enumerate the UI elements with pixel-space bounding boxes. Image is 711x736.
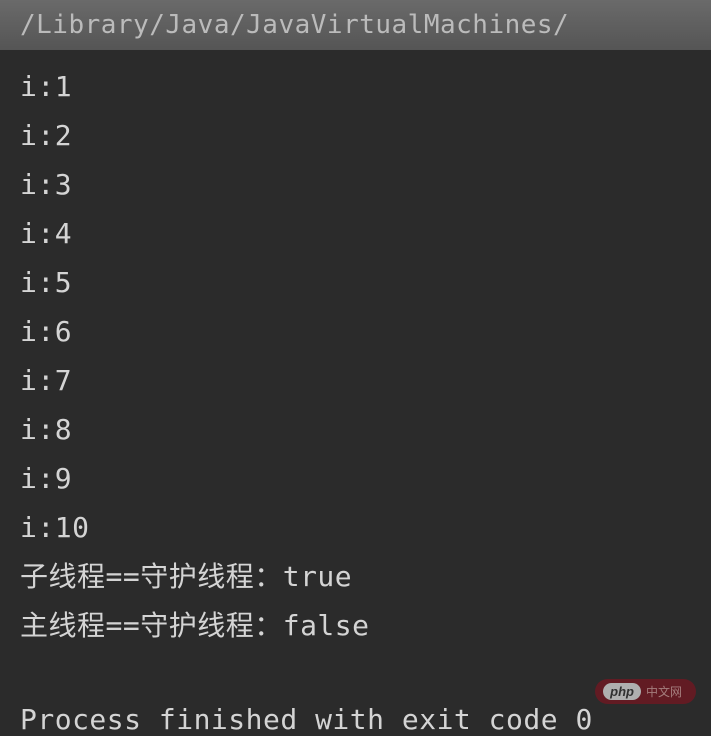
watermark-suffix: 中文网 [646, 683, 682, 700]
output-line: i:6 [20, 307, 691, 356]
output-line: i:8 [20, 405, 691, 454]
output-line: i:2 [20, 111, 691, 160]
process-exit-message: Process finished with exit code 0 [20, 703, 593, 736]
output-line: i:3 [20, 160, 691, 209]
output-line: 主线程==守护线程：false [20, 601, 691, 650]
output-line: i:7 [20, 356, 691, 405]
watermark-label: php [603, 683, 641, 700]
output-line: i:1 [20, 62, 691, 111]
output-line: 子线程==守护线程：true [20, 552, 691, 601]
output-line: i:4 [20, 209, 691, 258]
output-line: i:5 [20, 258, 691, 307]
execution-path: /Library/Java/JavaVirtualMachines/ [0, 0, 711, 50]
watermark: php 中文网 [595, 679, 696, 704]
output-line: i:10 [20, 503, 691, 552]
console-output-area[interactable]: i:1 i:2 i:3 i:4 i:5 i:6 i:7 i:8 i:9 i:10… [0, 50, 711, 650]
watermark-pill: php 中文网 [595, 679, 696, 704]
console-container: /Library/Java/JavaVirtualMachines/ i:1 i… [0, 0, 711, 736]
output-line: i:9 [20, 454, 691, 503]
